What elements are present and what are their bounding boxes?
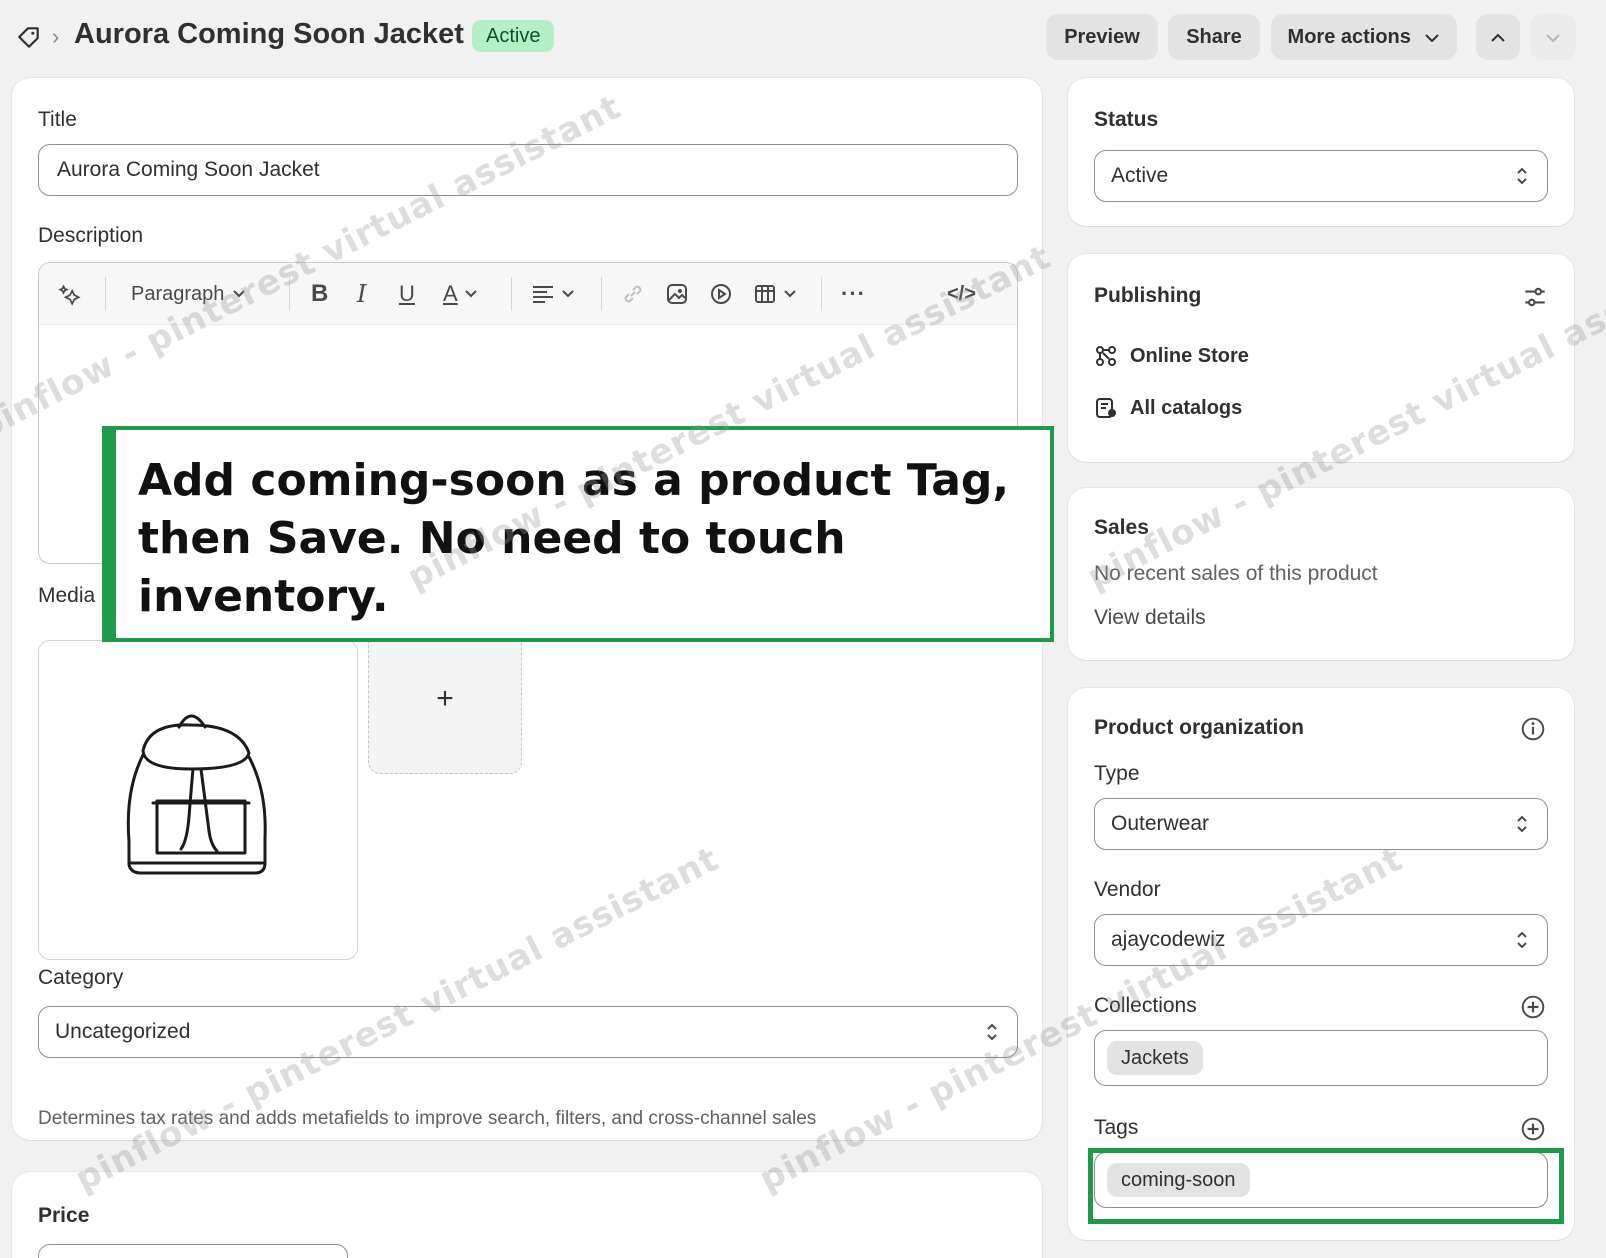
link-icon[interactable]	[621, 279, 645, 309]
next-product-button[interactable]	[1530, 14, 1576, 60]
video-icon[interactable]	[709, 279, 733, 309]
text-color-icon[interactable]: A	[443, 279, 478, 309]
more-actions-button[interactable]: More actions	[1271, 14, 1457, 60]
instruction-callout: Add coming-soon as a product Tag, then S…	[102, 426, 1054, 642]
channel-label: Online Store	[1130, 344, 1249, 367]
type-select[interactable]: Outerwear	[1094, 798, 1548, 850]
online-store-icon	[1096, 346, 1116, 366]
paragraph-format-select[interactable]: Paragraph	[131, 279, 246, 309]
more-formatting-icon[interactable]: ···	[841, 279, 866, 309]
category-label: Category	[38, 966, 124, 989]
price-label: Price	[38, 1204, 90, 1227]
publishing-settings-icon[interactable]	[1522, 284, 1548, 310]
media-label: Media	[38, 584, 96, 607]
sales-text: No recent sales of this product	[1094, 562, 1378, 585]
previous-product-button[interactable]	[1476, 14, 1520, 60]
select-arrows-icon	[1517, 931, 1527, 949]
tags-label: Tags	[1094, 1116, 1139, 1139]
collections-input[interactable]: Jackets	[1094, 1030, 1548, 1086]
organization-heading: Product organization	[1094, 716, 1304, 739]
product-tag-icon[interactable]	[16, 24, 42, 50]
collections-label: Collections	[1094, 994, 1197, 1017]
status-heading: Status	[1094, 108, 1159, 131]
select-arrows-icon	[1517, 815, 1527, 833]
price-input[interactable]	[38, 1244, 348, 1258]
add-collection-icon[interactable]	[1520, 994, 1546, 1020]
publishing-heading: Publishing	[1094, 284, 1202, 307]
chevron-down-icon	[1546, 34, 1560, 43]
code-view-icon[interactable]: </>	[947, 279, 976, 309]
editor-toolbar: Paragraph B I U A ··· </>	[39, 263, 1017, 325]
select-arrows-icon	[987, 1023, 997, 1041]
page-title: Aurora Coming Soon Jacket	[74, 18, 464, 50]
underline-icon[interactable]: U	[399, 279, 415, 309]
tags-highlight-box	[1088, 1148, 1564, 1224]
ai-magic-icon[interactable]	[57, 279, 83, 309]
italic-icon[interactable]: I	[357, 279, 366, 309]
status-value: Active	[1111, 164, 1169, 187]
view-details-link[interactable]: View details	[1094, 606, 1206, 630]
top-bar: › Aurora Coming Soon Jacket Active Previ…	[0, 0, 1606, 76]
publishing-card: Publishing Online Store All catalogs	[1068, 254, 1574, 462]
collection-chip[interactable]: Jackets	[1107, 1041, 1203, 1075]
breadcrumb-chevron-icon: ›	[52, 24, 60, 49]
type-label: Type	[1094, 762, 1140, 785]
channel-all-catalogs[interactable]: All catalogs	[1094, 396, 1242, 420]
status-select[interactable]: Active	[1094, 150, 1548, 202]
vendor-label: Vendor	[1094, 878, 1161, 901]
description-label: Description	[38, 224, 144, 247]
category-value: Uncategorized	[55, 1020, 191, 1043]
chevron-down-icon	[1425, 34, 1440, 43]
align-icon[interactable]	[531, 279, 575, 309]
table-icon[interactable]	[753, 279, 797, 309]
info-icon[interactable]	[1520, 716, 1546, 742]
title-label: Title	[38, 108, 77, 131]
paragraph-format-label: Paragraph	[131, 282, 225, 305]
instruction-text: Add coming-soon as a product Tag, then S…	[138, 455, 1010, 622]
price-card: Price	[12, 1172, 1042, 1258]
chevron-up-icon	[1491, 33, 1505, 42]
category-help-text: Determines tax rates and adds metafields…	[38, 1108, 817, 1129]
media-thumbnail[interactable]	[38, 640, 358, 960]
channel-label: All catalogs	[1130, 396, 1243, 419]
vendor-value: ajaycodewiz	[1111, 928, 1226, 951]
select-arrows-icon	[1517, 167, 1527, 185]
preview-button[interactable]: Preview	[1046, 14, 1158, 60]
catalog-icon	[1096, 398, 1116, 418]
category-select[interactable]: Uncategorized	[38, 1006, 1018, 1058]
channel-online-store[interactable]: Online Store	[1094, 344, 1249, 368]
sales-heading: Sales	[1094, 516, 1149, 539]
sales-card: Sales No recent sales of this product Vi…	[1068, 488, 1574, 660]
share-button[interactable]: Share	[1168, 14, 1260, 60]
add-tag-icon[interactable]	[1520, 1116, 1546, 1142]
vendor-select[interactable]: ajaycodewiz	[1094, 914, 1548, 966]
bold-icon[interactable]: B	[311, 279, 328, 309]
chevron-down-icon	[233, 290, 246, 298]
status-badge: Active	[472, 20, 555, 52]
image-icon[interactable]	[665, 279, 689, 309]
title-input[interactable]: Aurora Coming Soon Jacket	[38, 144, 1018, 196]
backpack-image	[126, 714, 267, 875]
more-actions-label: More actions	[1287, 26, 1411, 48]
status-card: Status Active	[1068, 78, 1574, 226]
type-value: Outerwear	[1111, 812, 1210, 835]
add-media-button[interactable]: +	[368, 624, 522, 774]
